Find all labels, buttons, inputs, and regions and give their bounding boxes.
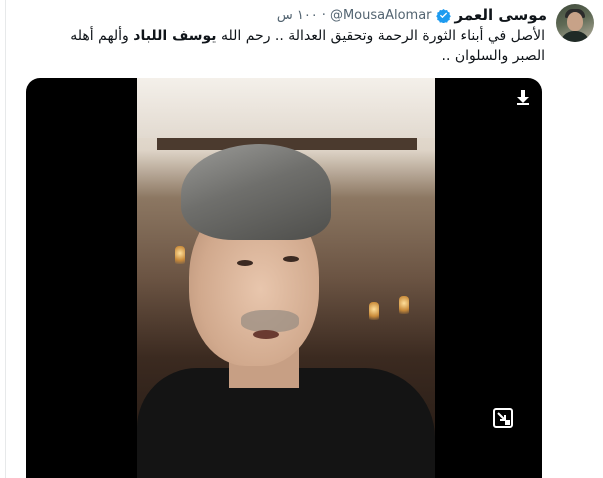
- avatar-body: [560, 31, 590, 42]
- person-eye: [237, 260, 253, 266]
- video-player[interactable]: [26, 78, 542, 478]
- expand-video-icon[interactable]: [485, 400, 521, 436]
- display-name[interactable]: موسى العمر: [455, 6, 547, 24]
- tweet-text-part1: الأصل في أبناء الثورة الرحمة وتحقيق العد…: [216, 28, 545, 44]
- person-mouth: [253, 330, 279, 339]
- wall-lamp: [369, 302, 379, 320]
- avatar[interactable]: [556, 4, 594, 42]
- person-beard: [241, 310, 299, 332]
- tweet-header: موسى العمر @MousaAlomar · ١٠٠ س: [176, 6, 547, 24]
- avatar-face: [567, 12, 583, 31]
- wall-lamp: [399, 296, 409, 314]
- video-frame[interactable]: [137, 78, 435, 478]
- person-eye: [283, 256, 299, 262]
- verified-badge-icon: [435, 8, 451, 23]
- tweet-text: الأصل في أبناء الثورة الرحمة وتحقيق العد…: [45, 26, 545, 66]
- tweet-card[interactable]: موسى العمر @MousaAlomar · ١٠٠ س الأصل في…: [6, 0, 603, 478]
- tweet-text-bold-name[interactable]: يوسف اللباد: [133, 28, 216, 44]
- person-hair: [181, 144, 331, 240]
- user-handle[interactable]: @MousaAlomar: [330, 8, 432, 23]
- tweet-time[interactable]: ١٠٠ س: [277, 8, 318, 23]
- video-ceiling: [137, 78, 435, 138]
- separator-dot: ·: [321, 7, 326, 23]
- wall-lamp: [175, 246, 185, 264]
- download-icon[interactable]: [514, 88, 532, 106]
